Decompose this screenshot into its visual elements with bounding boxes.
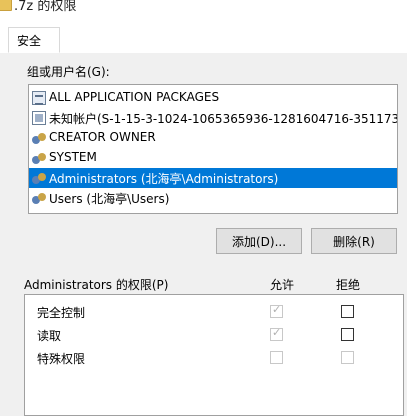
- permissions-title: Administrators 的权限(P): [24, 278, 169, 292]
- user-name: CREATOR OWNER: [49, 130, 156, 144]
- user-name: SYSTEM: [49, 150, 97, 164]
- permission-label: 特殊权限: [37, 352, 86, 366]
- user-name: Users (北海亭\Users): [49, 192, 170, 206]
- list-item[interactable]: CREATOR OWNER: [29, 128, 397, 148]
- allow-checkbox[interactable]: ✓: [270, 303, 283, 318]
- tab-security[interactable]: 安全: [8, 27, 60, 53]
- check-mark-icon: ✓: [272, 326, 282, 339]
- title-bar: .7z 的权限: [0, 0, 407, 18]
- permission-label: 完全控制: [37, 306, 86, 320]
- list-item[interactable]: 未知帐户(S-1-15-3-1024-1065365936-1281604716…: [29, 108, 397, 128]
- list-item-selected[interactable]: Administrators (北海亭\Administrators): [29, 168, 397, 188]
- package-icon: [32, 91, 46, 105]
- allow-checkbox[interactable]: [270, 351, 283, 364]
- folder-icon: [0, 0, 12, 11]
- user-name: ALL APPLICATION PACKAGES: [49, 90, 220, 104]
- add-button[interactable]: 添加(D)...: [216, 228, 302, 254]
- window-title: .7z 的权限: [14, 0, 77, 14]
- group-icon: [32, 191, 46, 205]
- allow-header: 允许: [270, 278, 295, 292]
- users-list-label: 组或用户名(G):: [27, 65, 110, 79]
- allow-checkbox[interactable]: ✓: [270, 326, 283, 341]
- deny-checkbox[interactable]: [341, 305, 354, 318]
- user-name: 未知帐户(S-1-15-3-1024-1065365936-1281604716…: [49, 112, 398, 126]
- deny-header: 拒绝: [336, 278, 361, 292]
- group-icon: [32, 131, 46, 145]
- list-item[interactable]: ALL APPLICATION PACKAGES: [29, 88, 397, 108]
- list-item[interactable]: SYSTEM: [29, 148, 397, 168]
- users-list[interactable]: ALL APPLICATION PACKAGES 未知帐户(S-1-15-3-1…: [28, 84, 398, 214]
- unknown-account-icon: [32, 111, 46, 125]
- tab-strip: 安全: [0, 27, 407, 54]
- list-item[interactable]: Users (北海亭\Users): [29, 188, 397, 208]
- tab-security-label: 安全: [17, 34, 42, 48]
- user-name: Administrators (北海亭\Administrators): [49, 172, 279, 186]
- remove-button[interactable]: 删除(R): [311, 228, 397, 254]
- check-mark-icon: ✓: [272, 303, 282, 316]
- group-icon: [32, 171, 46, 185]
- deny-checkbox[interactable]: [341, 351, 354, 364]
- deny-checkbox[interactable]: [341, 328, 354, 341]
- group-icon: [32, 151, 46, 165]
- permission-label: 读取: [37, 329, 62, 343]
